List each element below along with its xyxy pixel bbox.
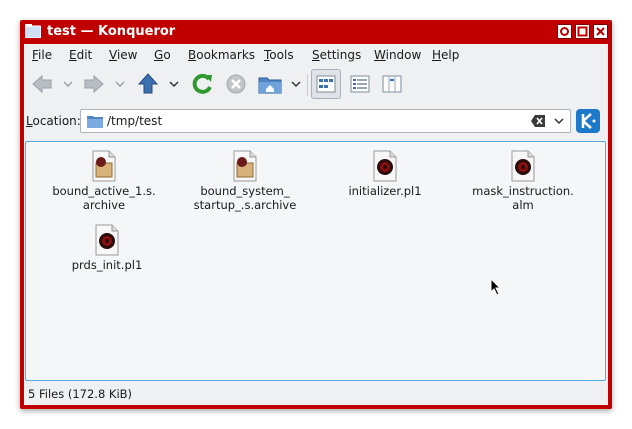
script-file-icon	[373, 150, 397, 182]
stop-icon	[226, 74, 246, 94]
back-history-dropdown[interactable]	[63, 78, 73, 88]
home-dropdown[interactable]	[291, 78, 301, 88]
icon-view-button[interactable]	[311, 69, 341, 99]
file-name: bound_active_1.s. archive	[52, 184, 156, 212]
mouse-pointer-icon	[490, 278, 502, 296]
file-item[interactable]: initializer.pl1	[330, 150, 440, 198]
file-name: bound_system_ startup_.s.archive	[193, 184, 297, 212]
konqueror-window: test — Konqueror File Edit View Go Bookm…	[20, 20, 612, 409]
clear-text-icon[interactable]	[531, 115, 545, 127]
details-view-button[interactable]	[346, 70, 374, 98]
menu-edit[interactable]: Edit	[69, 47, 92, 63]
client-area: File Edit View Go Bookmarks Tools Settin…	[24, 44, 608, 405]
location-path: /tmp/test	[107, 114, 163, 128]
pin-button[interactable]	[557, 24, 572, 39]
home-folder-icon	[258, 77, 282, 94]
titlebar[interactable]: test — Konqueror	[20, 20, 612, 44]
columns-view-icon	[382, 75, 402, 93]
forward-button[interactable]	[80, 70, 108, 98]
location-input[interactable]: /tmp/test	[80, 109, 571, 133]
folder-icon	[87, 116, 103, 128]
forward-arrow-icon	[84, 74, 104, 94]
details-view-icon	[350, 75, 370, 93]
close-button[interactable]	[593, 24, 608, 39]
menu-go[interactable]: Go	[154, 47, 171, 63]
menu-bookmarks[interactable]: Bookmarks	[188, 47, 255, 63]
toolbar-separator	[307, 74, 308, 96]
chevron-down-icon	[115, 81, 125, 88]
menubar: File Edit View Go Bookmarks Tools Settin…	[24, 44, 608, 66]
forward-history-dropdown[interactable]	[115, 78, 125, 88]
back-arrow-icon	[32, 74, 52, 94]
file-view[interactable]: bound_active_1.s. archive bound_system_ …	[25, 141, 606, 381]
file-item[interactable]: prds_init.pl1	[52, 224, 162, 272]
toolbar	[24, 68, 608, 102]
file-item[interactable]: mask_instruction. alm	[468, 150, 578, 212]
reload-button[interactable]	[188, 70, 216, 98]
menu-window[interactable]: Window	[374, 47, 421, 63]
archive-file-icon	[92, 150, 116, 182]
icon-view-icon	[316, 75, 336, 93]
menu-tools[interactable]: Tools	[264, 47, 294, 63]
file-item[interactable]: bound_system_ startup_.s.archive	[190, 150, 300, 212]
columns-view-button[interactable]	[378, 70, 406, 98]
location-bar: Location: /tmp/test	[24, 106, 608, 136]
script-file-icon	[511, 150, 535, 182]
up-button[interactable]	[134, 70, 162, 98]
kde-button[interactable]	[576, 109, 600, 133]
statusbar: 5 Files (172.8 KiB)	[24, 383, 608, 405]
pin-icon	[560, 27, 569, 36]
menu-view[interactable]: View	[109, 47, 137, 63]
chevron-down-icon	[169, 81, 179, 88]
kde-logo-icon	[576, 109, 600, 133]
chevron-down-icon	[63, 81, 73, 88]
up-dropdown[interactable]	[169, 78, 179, 88]
maximize-button[interactable]	[575, 24, 590, 39]
stop-button[interactable]	[222, 70, 250, 98]
status-text: 5 Files (172.8 KiB)	[28, 387, 133, 401]
menu-help[interactable]: Help	[432, 47, 459, 63]
location-label: Location:	[26, 114, 81, 128]
close-icon	[596, 27, 605, 36]
file-name: prds_init.pl1	[71, 258, 143, 272]
folder-icon	[25, 24, 41, 38]
maximize-icon	[577, 26, 588, 37]
archive-file-icon	[233, 150, 257, 182]
file-item[interactable]: bound_active_1.s. archive	[49, 150, 159, 212]
script-file-icon	[95, 224, 119, 256]
window-title: test — Konqueror	[47, 24, 176, 39]
file-name: mask_instruction. alm	[472, 184, 574, 212]
home-button[interactable]	[256, 70, 284, 98]
up-arrow-icon	[137, 73, 159, 94]
menu-settings[interactable]: Settings	[312, 47, 361, 63]
reload-icon	[192, 73, 212, 94]
menu-file[interactable]: File	[32, 47, 52, 63]
chevron-down-icon	[291, 81, 301, 88]
file-name: initializer.pl1	[348, 184, 422, 198]
back-button[interactable]	[28, 70, 56, 98]
chevron-down-icon[interactable]	[554, 116, 564, 126]
